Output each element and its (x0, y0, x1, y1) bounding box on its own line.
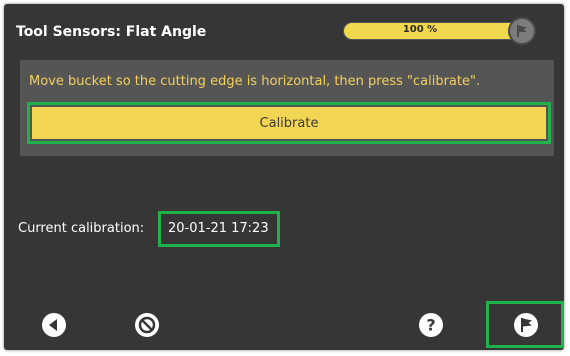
cancel-icon[interactable] (134, 312, 160, 338)
screen (4, 4, 564, 350)
instruction-text: Move bucket so the cutting edge is horiz… (29, 74, 481, 89)
current-calibration-value: 20-01-21 17:23 (168, 221, 269, 236)
calibrate-button[interactable]: Calibrate (32, 107, 546, 139)
flag-icon[interactable] (513, 312, 539, 338)
help-icon[interactable]: ? (418, 312, 444, 338)
page-title: Tool Sensors: Flat Angle (16, 24, 207, 40)
progress-text: 100 % (402, 24, 438, 35)
current-calibration-label: Current calibration: (18, 221, 145, 236)
svg-text:?: ? (426, 316, 435, 335)
flag-icon (508, 17, 536, 45)
back-arrow-icon[interactable] (41, 312, 67, 338)
progress-bar: 100 % (343, 22, 521, 40)
